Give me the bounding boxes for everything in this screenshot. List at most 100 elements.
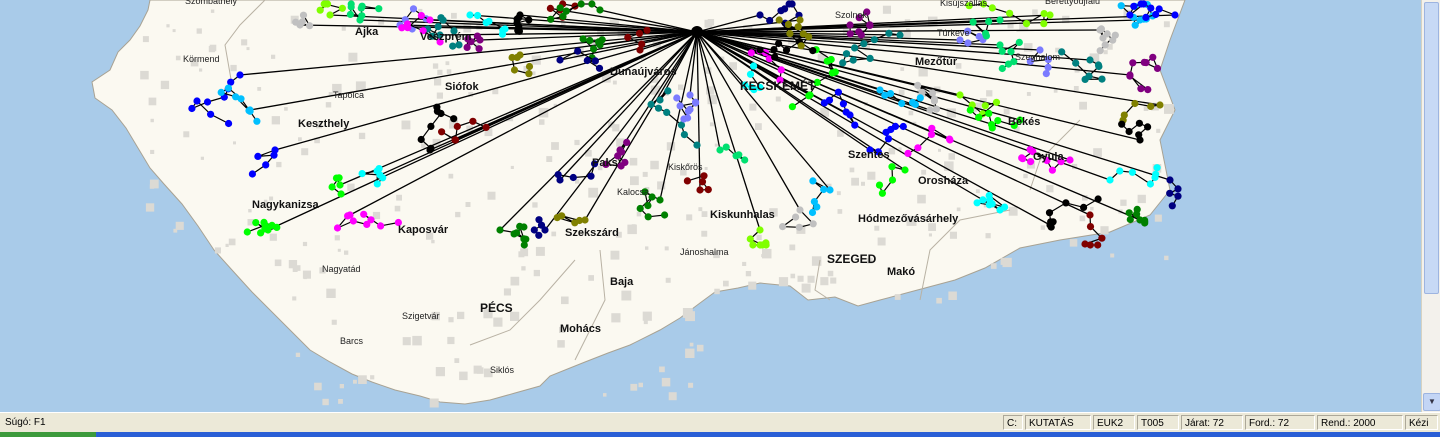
route-stop[interactable]: [316, 6, 324, 14]
route-stop[interactable]: [762, 239, 770, 247]
route-stop[interactable]: [686, 91, 694, 99]
route-stop[interactable]: [1147, 102, 1155, 110]
route-stop[interactable]: [367, 216, 375, 224]
route-stop[interactable]: [644, 213, 652, 221]
route-stop[interactable]: [427, 144, 435, 152]
route-stop[interactable]: [664, 87, 672, 95]
route-stop[interactable]: [1086, 56, 1094, 64]
route-stop[interactable]: [546, 4, 555, 12]
route-stop[interactable]: [556, 56, 564, 64]
route-stop[interactable]: [885, 29, 893, 37]
route-stop[interactable]: [796, 206, 804, 214]
route-stop[interactable]: [261, 221, 269, 229]
route-stop[interactable]: [654, 104, 663, 112]
route-stop[interactable]: [722, 143, 730, 151]
route-stop[interactable]: [333, 224, 342, 232]
route-stop[interactable]: [482, 123, 490, 131]
route-stop[interactable]: [438, 128, 446, 136]
route-stop[interactable]: [1131, 21, 1139, 29]
route-stop[interactable]: [299, 11, 308, 19]
route-stop[interactable]: [797, 42, 805, 50]
route-stop[interactable]: [437, 14, 445, 22]
route-stop[interactable]: [827, 55, 835, 64]
route-stop[interactable]: [1103, 30, 1111, 38]
route-stop[interactable]: [663, 108, 671, 116]
route-stop[interactable]: [825, 96, 834, 104]
route-stop[interactable]: [358, 12, 366, 20]
route-stop[interactable]: [624, 33, 632, 42]
route-stop[interactable]: [795, 223, 803, 231]
depot-hub[interactable]: [691, 26, 703, 38]
route-stop[interactable]: [796, 16, 804, 24]
route-stop[interactable]: [849, 56, 857, 64]
route-stop[interactable]: [749, 241, 757, 249]
route-stop[interactable]: [1135, 131, 1143, 139]
route-stop[interactable]: [292, 18, 300, 26]
route-stop[interactable]: [661, 211, 669, 219]
route-stop[interactable]: [684, 114, 692, 122]
route-stop[interactable]: [346, 10, 354, 18]
route-stop[interactable]: [704, 186, 712, 194]
route-stop[interactable]: [1096, 47, 1104, 55]
route-stop[interactable]: [1149, 53, 1157, 61]
route-stop[interactable]: [1098, 234, 1106, 242]
route-stop[interactable]: [644, 202, 652, 210]
route-stop[interactable]: [1137, 0, 1145, 8]
route-stop[interactable]: [358, 2, 366, 10]
route-stop[interactable]: [676, 102, 684, 110]
route-stop[interactable]: [716, 146, 724, 154]
route-stop[interactable]: [1117, 2, 1125, 10]
route-stop[interactable]: [377, 222, 385, 230]
route-stop[interactable]: [988, 121, 996, 129]
route-stop[interactable]: [595, 64, 604, 72]
route-stop[interactable]: [360, 210, 368, 218]
route-stop[interactable]: [590, 45, 598, 53]
route-stop[interactable]: [225, 119, 233, 128]
route-stop[interactable]: [636, 204, 644, 213]
route-stop[interactable]: [417, 12, 425, 20]
route-stop[interactable]: [426, 16, 434, 24]
route-stop[interactable]: [188, 104, 196, 113]
route-stop[interactable]: [860, 40, 868, 48]
scroll-down-arrow-icon[interactable]: ▼: [1423, 393, 1440, 411]
route-stop[interactable]: [839, 100, 848, 108]
route-stop[interactable]: [683, 177, 692, 185]
route-stop[interactable]: [692, 99, 700, 107]
route-stop[interactable]: [696, 186, 704, 194]
route-stop[interactable]: [1094, 195, 1102, 203]
route-stop[interactable]: [1086, 241, 1094, 249]
route-stop[interactable]: [1137, 85, 1145, 93]
route-stop[interactable]: [926, 106, 934, 114]
route-stop[interactable]: [700, 172, 708, 180]
route-stop[interactable]: [839, 59, 847, 67]
route-stop[interactable]: [1111, 31, 1119, 39]
route-stop[interactable]: [515, 27, 524, 35]
route-stop[interactable]: [335, 174, 343, 182]
route-stop[interactable]: [784, 20, 793, 28]
route-stop[interactable]: [358, 170, 366, 178]
route-stop[interactable]: [254, 152, 262, 160]
route-stop[interactable]: [693, 141, 701, 149]
route-stop[interactable]: [656, 96, 664, 104]
route-stop[interactable]: [756, 226, 764, 234]
route-stop[interactable]: [996, 41, 1004, 49]
route-stop[interactable]: [857, 31, 865, 39]
route-stop[interactable]: [485, 17, 493, 25]
route-stop[interactable]: [851, 121, 859, 129]
route-stop[interactable]: [1128, 168, 1136, 176]
route-stop[interactable]: [805, 92, 813, 100]
route-stop[interactable]: [427, 122, 435, 130]
route-stop[interactable]: [1144, 123, 1152, 131]
route-stop[interactable]: [559, 12, 567, 20]
route-stop[interactable]: [525, 16, 533, 24]
route-stop[interactable]: [623, 138, 631, 146]
route-stop[interactable]: [516, 222, 524, 230]
route-stop[interactable]: [326, 11, 334, 19]
route-stop[interactable]: [1106, 176, 1114, 184]
route-stop[interactable]: [537, 221, 546, 229]
route-stop[interactable]: [928, 89, 937, 97]
route-stop[interactable]: [1040, 10, 1048, 18]
route-stop[interactable]: [1094, 241, 1102, 249]
route-stop[interactable]: [735, 151, 743, 159]
route-stop[interactable]: [813, 203, 821, 211]
